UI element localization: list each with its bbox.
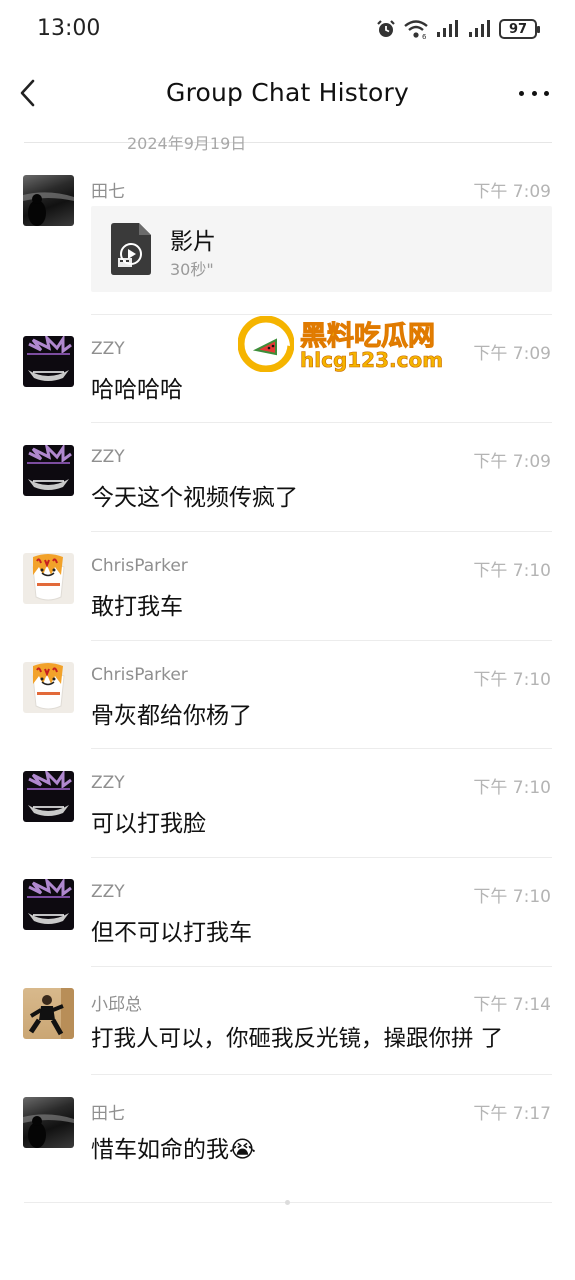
message-time: 下午 7:10 (473, 887, 551, 907)
message-time: 下午 7:10 (473, 670, 551, 690)
status-time: 13:00 (37, 16, 101, 41)
watermark-melon-icon (238, 316, 294, 372)
message-separator (91, 748, 552, 749)
message-text: 骨灰都给你杨了 (91, 703, 252, 729)
message-text: 但不可以打我车 (91, 920, 252, 946)
more-options-icon[interactable] (519, 80, 549, 106)
message-time: 下午 7:10 (473, 561, 551, 581)
date-divider: 2024年9月19日 (24, 131, 552, 153)
avatar[interactable] (23, 336, 74, 387)
avatar[interactable] (23, 879, 74, 930)
alarm-icon (377, 20, 395, 37)
sender-name: 小邱总 (91, 995, 142, 1015)
battery-icon: 97 (499, 19, 540, 39)
wifi-icon: 6 (404, 20, 428, 40)
message-text: 敢打我车 (91, 594, 183, 620)
page-title: Group Chat History (166, 78, 409, 107)
message-text: 惜车如命的我😭 (91, 1137, 256, 1163)
avatar[interactable] (23, 175, 74, 226)
message-text: 打我人可以，你砸我反光镜，操跟你拼 了 (91, 1026, 504, 1052)
video-file-card[interactable]: 影片 30秒" (91, 206, 552, 292)
message-separator (91, 422, 552, 423)
message-text: 哈哈哈哈 (91, 377, 183, 403)
avatar[interactable] (23, 771, 74, 822)
file-name: 影片 (170, 229, 216, 255)
status-icons: 6 97 (375, 18, 540, 40)
message-time: 下午 7:09 (473, 344, 551, 364)
message-separator (91, 1074, 552, 1075)
sender-name: ZZY (91, 447, 125, 467)
sender-name: 田七 (91, 1104, 125, 1124)
avatar[interactable] (23, 662, 74, 713)
watermark-title: 黑料吃瓜网 (300, 321, 436, 353)
video-file-icon (111, 223, 151, 275)
message-time: 下午 7:09 (473, 452, 551, 472)
signal-icon-2 (469, 20, 490, 37)
avatar[interactable] (23, 1097, 74, 1148)
sender-name: ZZY (91, 339, 125, 359)
message-separator (91, 314, 552, 315)
list-end-dot (285, 1200, 290, 1205)
nav-bar: Group Chat History (0, 66, 575, 122)
avatar[interactable] (23, 445, 74, 496)
watermark-logo: 黑料吃瓜网 hlcg123.com (238, 314, 453, 374)
avatar[interactable] (23, 553, 74, 604)
message-time: 下午 7:17 (473, 1104, 551, 1124)
watermark-url: hlcg123.com (300, 348, 444, 373)
message-time: 下午 7:14 (473, 995, 551, 1015)
message-separator (91, 531, 552, 532)
sender-name: ZZY (91, 773, 125, 793)
status-bar: 13:00 6 97 (0, 0, 575, 60)
message-time: 下午 7:10 (473, 778, 551, 798)
avatar[interactable] (23, 988, 74, 1039)
sender-name: ChrisParker (91, 665, 188, 685)
message-separator (91, 966, 552, 967)
sender-name: ZZY (91, 882, 125, 902)
sender-name: 田七 (91, 182, 125, 202)
sender-name: ChrisParker (91, 556, 188, 576)
message-text: 今天这个视频传疯了 (91, 485, 298, 511)
message-separator (91, 857, 552, 858)
message-time: 下午 7:09 (473, 182, 551, 202)
message-separator (91, 640, 552, 641)
file-duration: 30秒" (170, 260, 214, 279)
svg-text:6: 6 (422, 33, 427, 40)
signal-icon (437, 20, 458, 37)
message-text: 可以打我脸 (91, 811, 206, 837)
date-label: 2024年9月19日 (127, 134, 247, 153)
